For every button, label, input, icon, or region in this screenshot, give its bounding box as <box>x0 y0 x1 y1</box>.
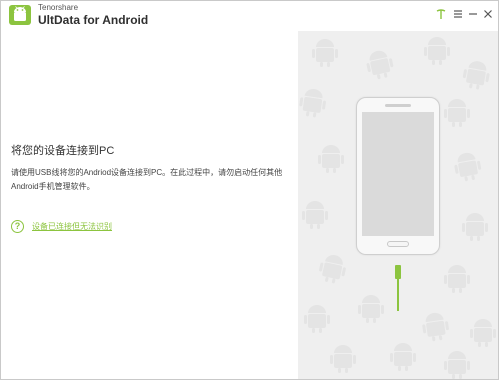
app-window: Tenorshare UltData for Android 将您的设备连接到P… <box>0 0 499 380</box>
smartphone-icon <box>356 97 440 255</box>
usb-cable-wire <box>397 277 399 311</box>
phone-screen <box>362 112 434 236</box>
help-icon: ? <box>11 219 24 233</box>
brand-name: Tenorshare <box>38 3 79 12</box>
page-title: 将您的设备连接到PC <box>11 145 115 157</box>
phone-home-button <box>387 241 409 247</box>
menu-icon[interactable] <box>452 8 464 20</box>
title-bar[interactable]: Tenorshare UltData for Android <box>1 1 498 31</box>
minimize-icon[interactable] <box>467 8 479 20</box>
instruction-text: 请使用USB线将您的Andriod设备连接到PC。在此过程中，请勿启动任何其他A… <box>11 168 283 191</box>
pin-icon[interactable] <box>435 8 447 20</box>
device-not-recognized-link[interactable]: ? 设备已连接但无法识别 <box>11 217 112 235</box>
close-icon[interactable] <box>482 8 494 20</box>
phone-speaker <box>385 104 411 107</box>
illustration-panel <box>298 31 498 379</box>
app-title: UltData for Android <box>38 13 149 27</box>
android-logo-icon <box>9 5 31 25</box>
help-link-label: 设备已连接但无法识别 <box>32 221 112 231</box>
